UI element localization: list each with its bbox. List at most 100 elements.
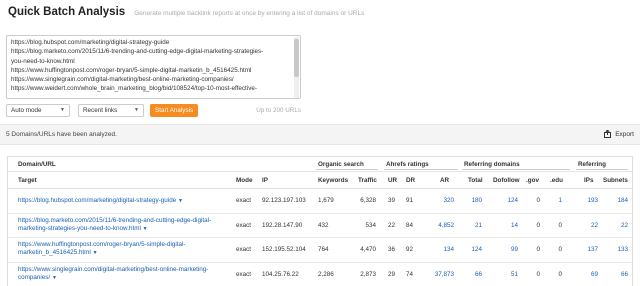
target-link[interactable]: https://blog.hubspot.com/marketing/digit… [18,197,230,205]
ar-cell[interactable]: 37,873 [426,271,454,278]
ur-cell: 36 [388,246,396,253]
export-button[interactable]: Export [604,130,634,138]
ips-cell[interactable]: 22 [578,222,598,229]
url-line: https://www.huffingtonpost.com/roger-bry… [11,66,252,74]
subnets-cell[interactable]: 184 [606,197,628,204]
header-dofollow[interactable]: Dofollow [493,177,520,184]
total-cell[interactable]: 180 [460,197,482,204]
ip-cell: 104.25.76.22 [262,270,299,278]
page-subtitle: Generate multiple backlink reports at on… [134,10,365,17]
ips-cell[interactable]: 193 [578,197,598,204]
total-cell[interactable]: 124 [460,246,482,253]
group-organic: Organic search [318,161,364,168]
header-dr[interactable]: DR [406,177,415,184]
group-referring: Referring [578,161,606,168]
url-line: https://blog.hubspot.com/marketing/digit… [11,39,170,46]
mode-cell: exact [236,197,252,204]
header-gov[interactable]: .gov [526,177,539,184]
keywords-cell: 1,679 [318,197,334,204]
ips-cell[interactable]: 137 [578,246,598,253]
target-url: https://www.singlegrain.com/digital-mark… [18,265,209,273]
start-analysis-button[interactable]: Start Analysis [150,104,199,117]
traffic-cell: 6,328 [360,197,376,204]
ip-cell: 192.28.147.90 [262,221,303,229]
group-refdomains: Referring domains [464,161,520,168]
page-title: Quick Batch Analysis [8,6,126,18]
total-cell[interactable]: 21 [460,222,482,229]
group-ahrefs: Ahrefs ratings [386,161,429,168]
url-limit-note: Up to 200 URLs [256,107,301,114]
dofollow-cell[interactable]: 14 [496,222,518,229]
header-ar[interactable]: AR [440,177,449,184]
keywords-cell: 2,286 [318,270,334,278]
url-line: https://blog.marketo.com/2015/11/6-trend… [11,48,264,56]
target-url: https://blog.marketo.com/2015/11/6-trend… [18,216,212,224]
group-divider [316,169,378,170]
table-row: https://www.singlegrain.com/digital-mark… [8,263,632,286]
header-subnets[interactable]: Subnets [603,177,628,184]
target-url-cont: marketing-strategies-you-need-to-know.ht… [18,224,141,232]
target-url: https://www.huffingtonpost.com/roger-bry… [18,241,186,248]
textarea-scrollbar[interactable] [294,37,299,98]
caret-down-icon[interactable]: ▼ [93,250,98,256]
export-label: Export [615,130,634,138]
chevron-down-icon: ▼ [60,107,65,113]
table-group-header: Domain/URL Organic search Ahrefs ratings… [8,157,632,172]
export-icon [604,130,612,138]
keywords-cell: 764 [318,246,329,253]
edu-cell[interactable]: 1 [548,197,562,204]
links-select[interactable]: Recent links ▼ [78,104,144,117]
gov-cell: 0 [536,270,540,278]
url-line: https://www.weidert.com/whole_brain_mark… [11,85,257,93]
controls-bar: Auto mode ▼ Recent links ▼ Start Analysi… [6,104,301,117]
header-ips[interactable]: IPs [584,177,593,184]
dofollow-cell[interactable]: 124 [496,197,518,204]
header-total[interactable]: Total [468,177,483,184]
ur-cell: 39 [388,197,396,204]
dr-cell: 84 [406,221,414,229]
urls-textarea[interactable]: https://blog.hubspot.com/marketing/digit… [6,35,301,99]
dr-cell: 91 [406,197,414,204]
caret-down-icon[interactable]: ▼ [143,226,148,232]
dofollow-cell[interactable]: 51 [496,271,518,278]
target-link[interactable]: https://blog.marketo.com/2015/11/6-trend… [18,217,230,234]
target-url-cont: marketin_b_4516425.html [18,249,91,257]
ips-cell[interactable]: 69 [578,271,598,278]
ar-cell[interactable]: 134 [426,246,454,253]
ar-cell[interactable]: 4,852 [426,222,454,229]
target-url-cont: companies/ [18,273,51,281]
table-row: https://www.huffingtonpost.com/roger-bry… [8,238,632,263]
traffic-cell: 4,470 [360,246,376,253]
total-cell[interactable]: 66 [460,271,482,278]
header-edu[interactable]: .edu [550,177,563,184]
header-traffic[interactable]: Traffic [358,177,377,184]
subnets-cell[interactable]: 66 [606,271,628,278]
page-header: Quick Batch Analysis Generate multiple b… [0,0,640,24]
header-ip[interactable]: IP [262,177,268,184]
subnets-cell[interactable]: 22 [606,222,628,229]
ur-cell: 22 [388,221,396,229]
group-divider [576,169,628,170]
status-bar: 5 Domains/URLs have been analyzed. Expor… [0,124,640,145]
dr-cell: 92 [406,246,414,253]
traffic-cell: 534 [365,221,376,229]
header-target[interactable]: Target [18,177,37,184]
scrollbar-thumb[interactable] [294,39,299,77]
subnets-cell[interactable]: 133 [606,246,628,253]
mode-select-value: Auto mode [11,107,42,114]
header-mode[interactable]: Mode [236,177,252,184]
target-link[interactable]: https://www.huffingtonpost.com/roger-bry… [18,241,230,258]
mode-select[interactable]: Auto mode ▼ [6,104,70,117]
mode-cell: exact [236,270,252,278]
mode-cell: exact [236,221,252,229]
target-link[interactable]: https://www.singlegrain.com/digital-mark… [18,266,230,283]
gov-cell: 0 [536,197,540,204]
table-header: Target Mode IP Keywords Traffic UR DR AR… [8,172,632,189]
dofollow-cell[interactable]: 99 [496,246,518,253]
caret-down-icon[interactable]: ▼ [178,198,183,204]
caret-down-icon[interactable]: ▼ [52,275,57,281]
header-keywords[interactable]: Keywords [318,177,348,184]
header-ur[interactable]: UR [388,177,397,184]
gov-cell: 0 [536,221,540,229]
ar-cell[interactable]: 320 [426,197,454,204]
